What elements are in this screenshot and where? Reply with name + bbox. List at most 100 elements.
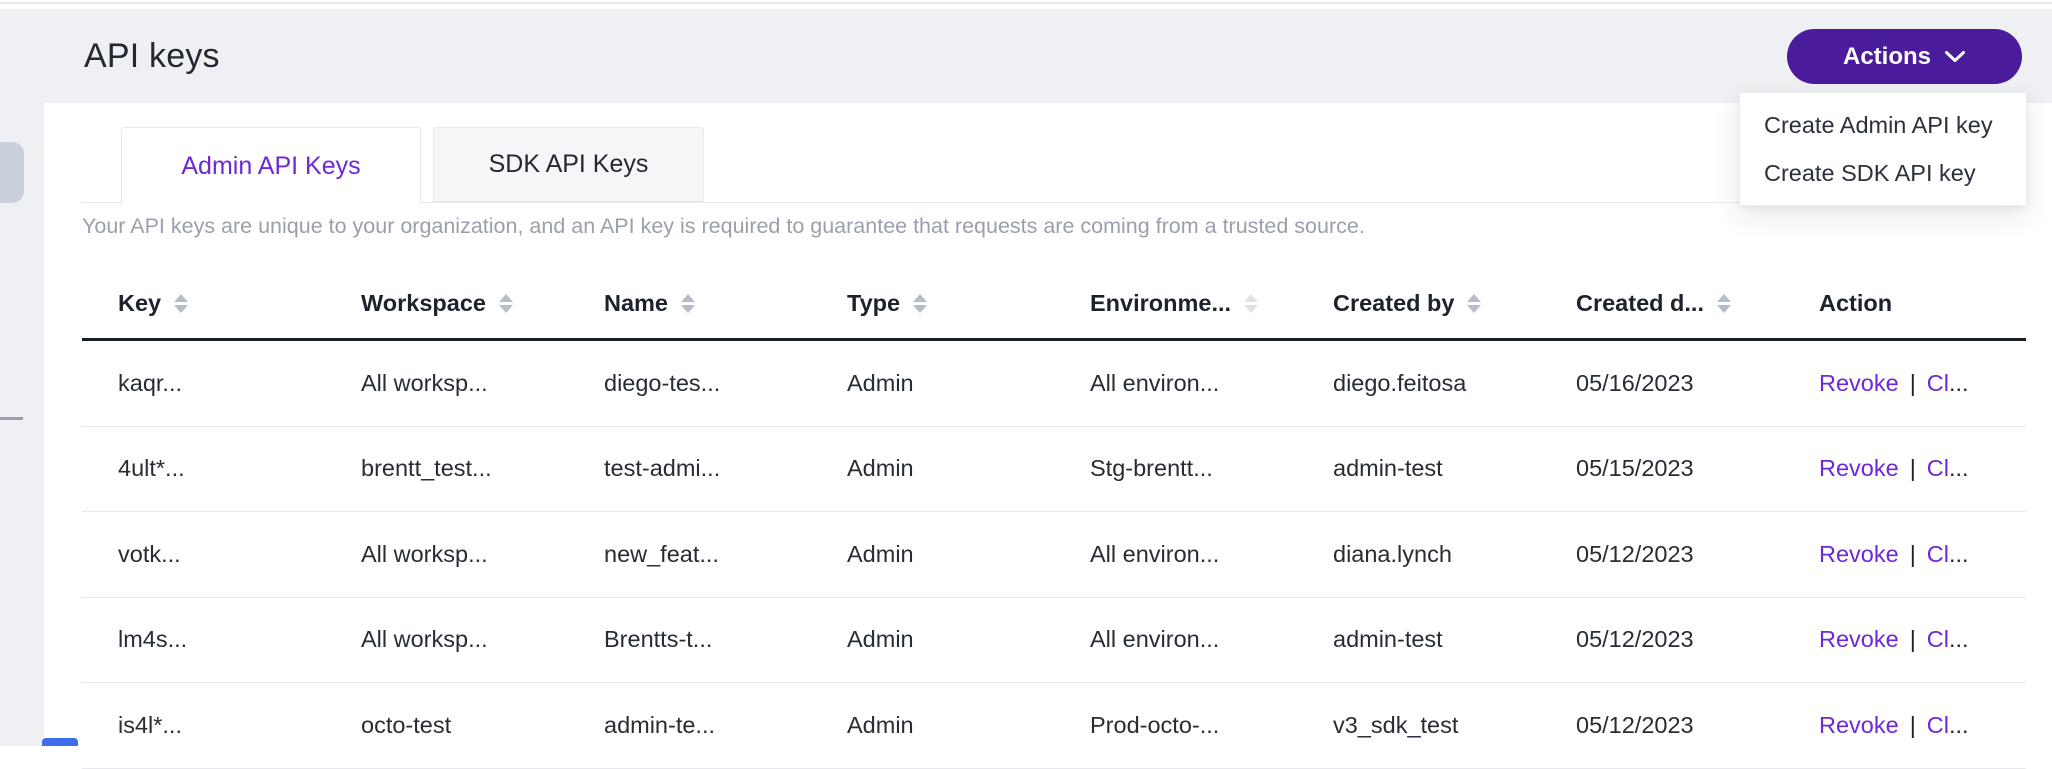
column-label-name: Name	[604, 290, 668, 317]
cell-created-date: 05/16/2023	[1540, 370, 1783, 397]
cell-workspace: octo-test	[325, 712, 568, 739]
cell-type: Admin	[811, 370, 1054, 397]
cell-created-by: admin-test	[1297, 455, 1540, 482]
sort-arrows-icon[interactable]	[1244, 294, 1258, 313]
revoke-link[interactable]: Revoke	[1819, 626, 1899, 652]
table-row: 4ult*...brentt_test...test-admi...AdminS…	[82, 427, 2026, 513]
cell-name: new_feat...	[568, 541, 811, 568]
left-rail-divider	[0, 417, 23, 420]
clone-link-truncated[interactable]: Cl	[1927, 455, 1949, 481]
table-row: votk...All worksp...new_feat...AdminAll …	[82, 512, 2026, 598]
revoke-link[interactable]: Revoke	[1819, 455, 1899, 481]
tab-sdk-api-keys-label: SDK API Keys	[489, 150, 649, 179]
column-label-created-by: Created by	[1333, 290, 1454, 317]
cell-key: is4l*...	[82, 712, 325, 739]
cell-workspace: All worksp...	[325, 370, 568, 397]
api-keys-description: Your API keys are unique to your organiz…	[82, 214, 1365, 239]
table-row: is4l*...octo-testadmin-te...AdminProd-oc…	[82, 683, 2026, 769]
column-label-workspace: Workspace	[361, 290, 486, 317]
table-row: kaqr...All worksp...diego-tes...AdminAll…	[82, 341, 2026, 427]
sort-arrows-icon[interactable]	[174, 294, 188, 313]
cell-environment: All environ...	[1054, 370, 1297, 397]
action-separator: |	[1910, 370, 1916, 396]
sort-arrows-icon[interactable]	[681, 294, 695, 313]
cell-type: Admin	[811, 626, 1054, 653]
column-label-environment: Environme...	[1090, 290, 1231, 317]
cell-action: Revoke|Cl...	[1783, 712, 2026, 739]
revoke-link[interactable]: Revoke	[1819, 541, 1899, 567]
cell-environment: Stg-brentt...	[1054, 455, 1297, 482]
cell-name: Brentts-t...	[568, 626, 811, 653]
cell-key: votk...	[82, 541, 325, 568]
cell-key: lm4s...	[82, 626, 325, 653]
column-label-key: Key	[118, 290, 161, 317]
cell-created-by: diego.feitosa	[1297, 370, 1540, 397]
actions-button-label: Actions	[1843, 43, 1931, 71]
chevron-down-icon	[1944, 50, 1966, 63]
clone-link-truncated[interactable]: Cl	[1927, 370, 1949, 396]
left-rail-scrollbar-thumb[interactable]	[0, 142, 24, 203]
tab-sdk-api-keys[interactable]: SDK API Keys	[433, 127, 704, 202]
cell-environment: Prod-octo-...	[1054, 712, 1297, 739]
clone-link-truncated[interactable]: Cl	[1927, 626, 1949, 652]
table-header-row: Key Workspace Name Type Environme... Created …	[82, 268, 2026, 341]
actions-dropdown-menu: Create Admin API key Create SDK API key	[1739, 92, 2027, 206]
page-header	[0, 9, 2052, 103]
action-separator: |	[1910, 541, 1916, 567]
truncation-ellipsis: ...	[1949, 455, 1969, 481]
tab-admin-api-keys-label: Admin API Keys	[181, 152, 360, 181]
cell-created-date: 05/12/2023	[1540, 712, 1783, 739]
column-header-type[interactable]: Type	[811, 290, 1054, 317]
truncation-ellipsis: ...	[1949, 370, 1969, 396]
column-header-key[interactable]: Key	[82, 290, 325, 317]
cell-action: Revoke | Cl...	[1783, 455, 2026, 482]
table-row: lm4s...All worksp...Brentts-t...AdminAll…	[82, 598, 2026, 684]
sort-arrows-icon[interactable]	[1467, 294, 1481, 313]
sort-arrows-icon[interactable]	[1717, 294, 1731, 313]
cell-created-date: 05/12/2023	[1540, 626, 1783, 653]
cell-environment: All environ...	[1054, 626, 1297, 653]
column-header-workspace[interactable]: Workspace	[325, 290, 568, 317]
sort-arrows-icon[interactable]	[913, 294, 927, 313]
api-keys-page: { "page": { "title": "API keys" }, "head…	[0, 0, 2052, 746]
column-header-created-by[interactable]: Created by	[1297, 290, 1540, 317]
cell-action: Revoke | Cl...	[1783, 541, 2026, 568]
cell-type: Admin	[811, 541, 1054, 568]
table-body: kaqr...All worksp...diego-tes...AdminAll…	[82, 341, 2026, 769]
column-label-created-date: Created d...	[1576, 290, 1704, 317]
menu-item-create-sdk-api-key[interactable]: Create SDK API key	[1740, 149, 2026, 197]
cell-key: 4ult*...	[82, 455, 325, 482]
truncation-ellipsis: ...	[1949, 626, 1969, 652]
clone-link-truncated[interactable]: Cl	[1927, 712, 1949, 738]
sort-arrows-icon[interactable]	[499, 294, 513, 313]
cell-workspace: All worksp...	[325, 541, 568, 568]
cell-created-date: 05/12/2023	[1540, 541, 1783, 568]
cell-name: admin-te...	[568, 712, 811, 739]
cell-action: Revoke | Cl...	[1783, 370, 2026, 397]
bottom-left-accent	[42, 738, 78, 746]
tab-admin-api-keys[interactable]: Admin API Keys	[121, 127, 421, 204]
column-label-action: Action	[1819, 290, 1892, 317]
cell-environment: All environ...	[1054, 541, 1297, 568]
action-separator: |	[1910, 455, 1916, 481]
action-separator: |	[1910, 712, 1916, 738]
actions-button[interactable]: Actions	[1787, 29, 2022, 84]
window-top-border	[0, 2, 2052, 4]
cell-type: Admin	[811, 455, 1054, 482]
action-separator: |	[1910, 626, 1916, 652]
clone-link-truncated[interactable]: Cl	[1927, 541, 1949, 567]
cell-created-by: admin-test	[1297, 626, 1540, 653]
cell-created-date: 05/15/2023	[1540, 455, 1783, 482]
cell-name: diego-tes...	[568, 370, 811, 397]
cell-workspace: brentt_test...	[325, 455, 568, 482]
truncation-ellipsis: ...	[1949, 541, 1969, 567]
column-header-environment[interactable]: Environme...	[1054, 290, 1297, 317]
revoke-link[interactable]: Revoke	[1819, 712, 1899, 738]
api-keys-table: Key Workspace Name Type Environme... Created …	[82, 268, 2026, 769]
cell-key: kaqr...	[82, 370, 325, 397]
column-header-created-date[interactable]: Created d...	[1540, 290, 1783, 317]
column-header-name[interactable]: Name	[568, 290, 811, 317]
menu-item-create-admin-api-key[interactable]: Create Admin API key	[1740, 101, 2026, 149]
revoke-link[interactable]: Revoke	[1819, 370, 1899, 396]
cell-workspace: All worksp...	[325, 626, 568, 653]
